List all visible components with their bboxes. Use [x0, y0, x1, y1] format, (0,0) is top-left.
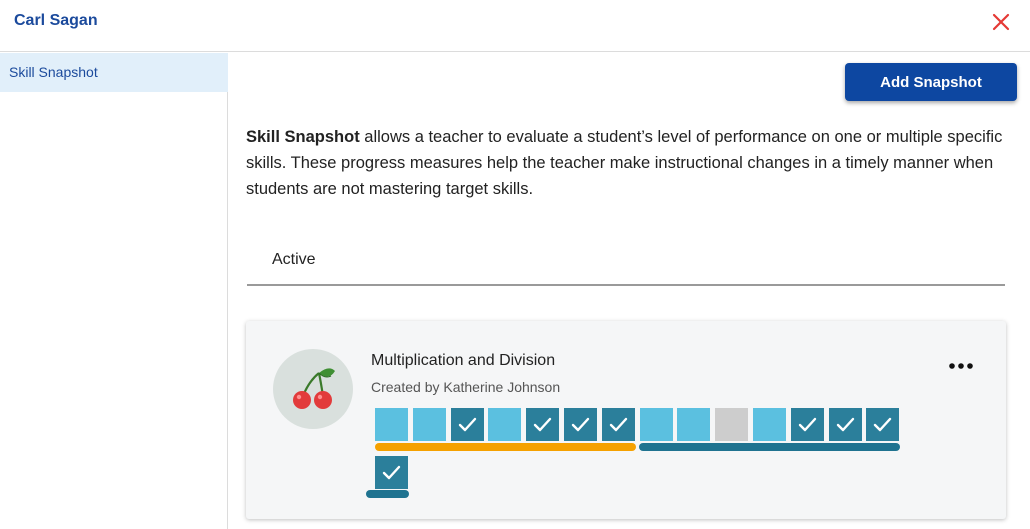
assessment-item[interactable]	[564, 408, 597, 441]
sidebar-item-label: Skill Snapshot	[9, 64, 98, 80]
tab-underline	[247, 284, 1005, 286]
assessment-item[interactable]	[413, 408, 446, 441]
progress-bar-teal-second-row	[366, 490, 409, 498]
check-icon	[382, 465, 401, 480]
sidebar-item-skill-snapshot[interactable]: Skill Snapshot	[0, 53, 228, 92]
main-content: Add Snapshot Skill Snapshot allows a tea…	[229, 53, 1030, 529]
assessment-item[interactable]	[791, 408, 824, 441]
student-profile-panel: Carl Sagan Skill Snapshot Add Snapshot S…	[0, 0, 1030, 529]
check-icon	[458, 417, 477, 432]
add-snapshot-button[interactable]: Add Snapshot	[845, 63, 1017, 101]
assessment-item[interactable]	[451, 408, 484, 441]
sidebar: Skill Snapshot	[0, 53, 228, 529]
check-icon	[798, 417, 817, 432]
snapshot-card[interactable]: Multiplication and Division Created by K…	[246, 321, 1006, 519]
assessment-item[interactable]	[488, 408, 521, 441]
description-text: allows a teacher to evaluate a student’s…	[246, 128, 1003, 198]
check-icon	[609, 417, 628, 432]
snapshot-avatar	[273, 349, 353, 429]
assessment-item[interactable]	[375, 408, 408, 441]
close-icon	[992, 13, 1010, 31]
progress-bar-orange	[375, 443, 636, 451]
assessment-item[interactable]	[640, 408, 673, 441]
skill-snapshot-description: Skill Snapshot allows a teacher to evalu…	[246, 124, 1026, 202]
assessment-item[interactable]	[677, 408, 710, 441]
snapshot-menu-button[interactable]	[946, 356, 978, 376]
assessment-item[interactable]	[829, 408, 862, 441]
more-horizontal-icon	[949, 363, 973, 369]
assessment-item[interactable]	[753, 408, 786, 441]
tab-active[interactable]: Active	[272, 251, 316, 269]
assessment-item[interactable]	[866, 408, 899, 441]
snapshot-author: Created by Katherine Johnson	[371, 379, 561, 395]
description-term: Skill Snapshot	[246, 128, 360, 146]
check-icon	[873, 417, 892, 432]
cherry-icon	[293, 368, 335, 409]
assessment-item[interactable]	[602, 408, 635, 441]
check-icon	[571, 417, 590, 432]
progress-bar-teal	[639, 443, 900, 451]
check-icon	[533, 417, 552, 432]
check-icon	[836, 417, 855, 432]
assessment-item[interactable]	[375, 456, 408, 489]
close-button[interactable]	[988, 9, 1014, 35]
snapshot-title: Multiplication and Division	[371, 352, 556, 369]
student-name: Carl Sagan	[14, 12, 98, 29]
header-bar: Carl Sagan	[0, 0, 1030, 52]
assessment-item[interactable]	[715, 408, 748, 441]
assessment-item[interactable]	[526, 408, 559, 441]
